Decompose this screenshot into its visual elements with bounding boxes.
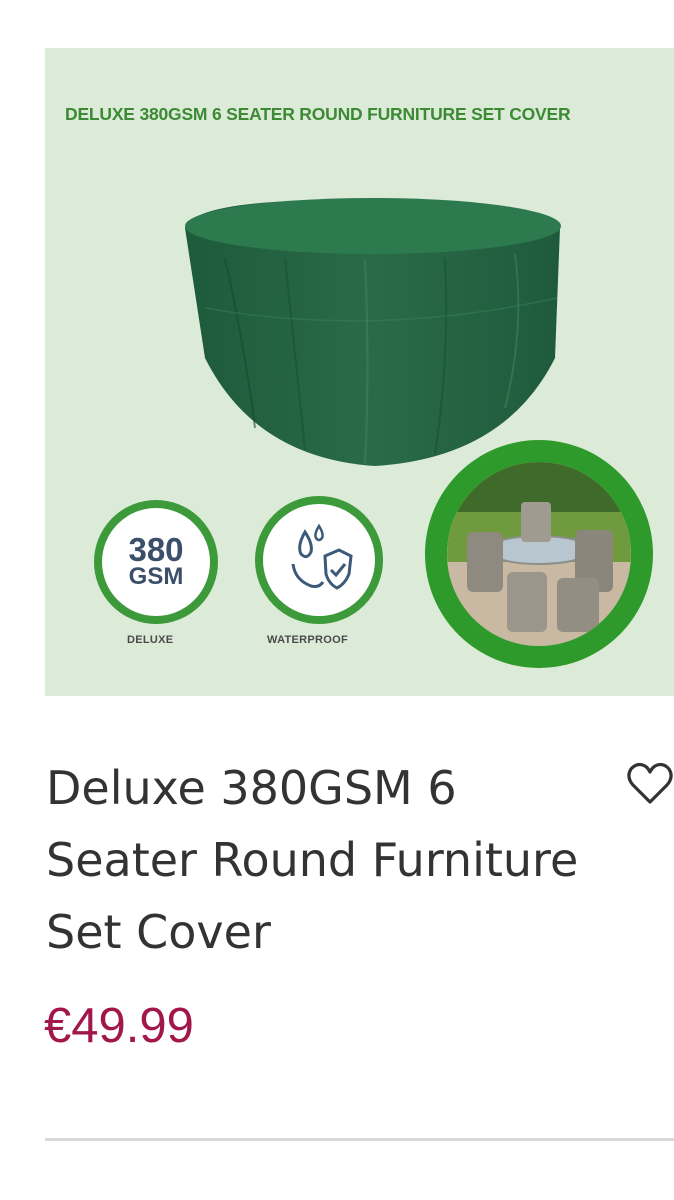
gsm-value: 380 <box>128 531 184 568</box>
product-card: DELUXE 380GSM 6 SEATER ROUND FURNITURE S… <box>0 0 674 1200</box>
deluxe-caption: DELUXE <box>127 634 174 646</box>
waterproof-badge <box>255 496 383 624</box>
waterproof-icon <box>291 523 353 590</box>
product-image[interactable]: DELUXE 380GSM 6 SEATER ROUND FURNITURE S… <box>45 48 674 696</box>
product-price: €49.99 <box>44 999 194 1053</box>
divider <box>45 1138 674 1141</box>
heart-outline-icon[interactable] <box>624 758 674 810</box>
waterproof-caption: WATERPROOF <box>267 634 349 646</box>
gsm-badge: 380 GSM <box>94 500 218 624</box>
patio-photo-badge <box>425 440 653 668</box>
gsm-unit: GSM <box>128 563 184 590</box>
image-banner-text: DELUXE 380GSM 6 SEATER ROUND FURNITURE S… <box>65 104 571 124</box>
patio-furniture-photo <box>447 462 631 646</box>
product-title[interactable]: Deluxe 380GSM 6 Seater Round Furniture S… <box>46 752 606 968</box>
